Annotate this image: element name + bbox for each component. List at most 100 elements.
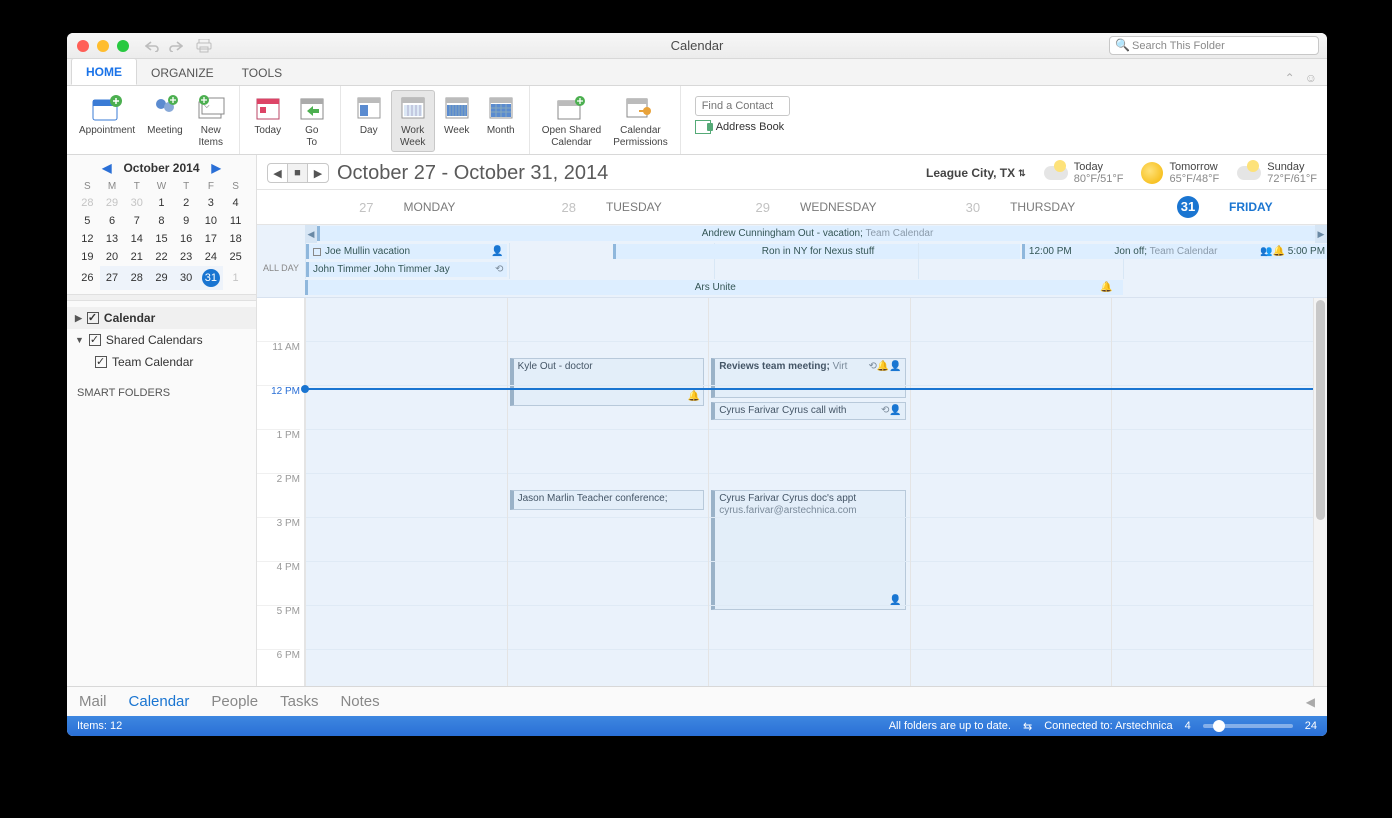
mini-next-month[interactable]: ▶ [206, 161, 227, 175]
col-monday[interactable] [305, 298, 507, 686]
checkbox-icon[interactable] [87, 312, 99, 324]
col-thursday[interactable] [910, 298, 1112, 686]
event-joe-mullin-vacation[interactable]: Joe Mullin vacation👤 [306, 244, 507, 259]
mini-day-cell[interactable]: 4 [223, 194, 248, 212]
shared-calendars-section[interactable]: ▼Shared Calendars [67, 329, 256, 351]
mini-day-cell[interactable]: 12 [75, 230, 100, 248]
mini-day-cell[interactable]: 27 [100, 266, 125, 290]
col-tuesday[interactable]: Kyle Out - doctor🔔 Jason Marlin Teacher … [507, 298, 709, 686]
mini-day-cell[interactable]: 16 [174, 230, 199, 248]
mini-day-cell[interactable]: 28 [124, 266, 149, 290]
mini-day-cell[interactable]: 24 [199, 248, 224, 266]
mini-day-cell[interactable]: 30 [174, 266, 199, 290]
close-window-button[interactable] [77, 40, 89, 52]
mini-day-cell[interactable]: 1 [149, 194, 174, 212]
scrollbar-thumb[interactable] [1316, 300, 1325, 520]
mini-day-cell[interactable]: 20 [100, 248, 125, 266]
nav-people[interactable]: People [211, 693, 258, 710]
dayhead-friday[interactable]: 31FRIDAY [1123, 190, 1327, 224]
dayhead-thursday[interactable]: 30THURSDAY [918, 190, 1122, 224]
vertical-scrollbar[interactable] [1313, 298, 1327, 686]
checkbox-icon[interactable] [95, 356, 107, 368]
zoom-window-button[interactable] [117, 40, 129, 52]
mini-day-cell[interactable]: 17 [199, 230, 224, 248]
event-john-timmer[interactable]: John Timmer John Timmer Jay⟲ [306, 262, 507, 277]
dayhead-monday[interactable]: 27MONDAY [305, 190, 509, 224]
mini-prev-month[interactable]: ◀ [96, 161, 117, 175]
allday-scroll-left[interactable]: ◀ [305, 225, 317, 243]
zoom-slider[interactable] [1203, 724, 1293, 728]
event-andrew-vacation[interactable]: Andrew Cunningham Out - vacation; Team C… [317, 226, 1315, 241]
month-view-button[interactable]: Month [479, 90, 523, 152]
mini-day-cell[interactable]: 18 [223, 230, 248, 248]
mini-day-cell[interactable]: 22 [149, 248, 174, 266]
today-segment-button[interactable]: ■ [288, 164, 308, 182]
col-friday[interactable] [1111, 298, 1313, 686]
expand-panel-icon[interactable]: ◀ [1306, 695, 1315, 709]
weather-location[interactable]: League City, TX⇅ [926, 166, 1026, 180]
find-contact-input[interactable] [695, 96, 790, 116]
day-columns[interactable]: Kyle Out - doctor🔔 Jason Marlin Teacher … [305, 298, 1313, 686]
meeting-button[interactable]: Meeting [141, 90, 189, 152]
nav-tasks[interactable]: Tasks [280, 693, 318, 710]
mini-day-cell[interactable]: 5 [75, 212, 100, 230]
mini-day-cell[interactable]: 7 [124, 212, 149, 230]
minimize-window-button[interactable] [97, 40, 109, 52]
mini-day-cell[interactable]: 23 [174, 248, 199, 266]
mini-day-cell[interactable]: 1 [223, 266, 248, 290]
next-week-button[interactable]: ▶ [308, 164, 328, 182]
go-to-button[interactable]: Go To [290, 90, 334, 152]
day-view-button[interactable]: Day [347, 90, 391, 152]
prev-week-button[interactable]: ◀ [268, 164, 288, 182]
work-week-view-button[interactable]: Work Week [391, 90, 435, 152]
zoom-slider-thumb[interactable] [1213, 720, 1225, 732]
mini-day-cell[interactable]: 21 [124, 248, 149, 266]
mini-day-cell[interactable]: 6 [100, 212, 125, 230]
checkbox-icon[interactable] [89, 334, 101, 346]
mini-day-cell[interactable]: 29 [149, 266, 174, 290]
mini-day-cell[interactable]: 9 [174, 212, 199, 230]
mini-day-cell[interactable]: 8 [149, 212, 174, 230]
dayhead-wednesday[interactable]: 29WEDNESDAY [714, 190, 918, 224]
dayhead-tuesday[interactable]: 28TUESDAY [509, 190, 713, 224]
col-wednesday[interactable]: Reviews team meeting; Virt⟲🔔👤 Cyrus Fari… [708, 298, 910, 686]
new-items-button[interactable]: New Items [189, 90, 233, 152]
mini-day-cell[interactable]: 31 [199, 266, 224, 290]
search-folder-input[interactable] [1109, 36, 1319, 55]
mini-day-cell[interactable]: 10 [199, 212, 224, 230]
mini-day-cell[interactable]: 19 [75, 248, 100, 266]
redo-icon[interactable] [167, 37, 185, 55]
mini-day-cell[interactable]: 30 [124, 194, 149, 212]
tab-organize[interactable]: ORGANIZE [137, 60, 228, 85]
mini-day-cell[interactable]: 26 [75, 266, 100, 290]
mini-day-cell[interactable]: 13 [100, 230, 125, 248]
print-icon[interactable] [195, 37, 213, 55]
mini-day-cell[interactable]: 28 [75, 194, 100, 212]
calendar-permissions-button[interactable]: Calendar Permissions [607, 90, 673, 152]
address-book-button[interactable]: Address Book [695, 120, 790, 134]
nav-notes[interactable]: Notes [340, 693, 379, 710]
event-ars-unite[interactable]: Ars Unite [305, 280, 1123, 295]
mini-day-cell[interactable]: 11 [223, 212, 248, 230]
undo-icon[interactable] [143, 37, 161, 55]
allday-scroll-right[interactable]: ▶ [1315, 225, 1327, 243]
collapse-ribbon-icon[interactable]: ⌃ [1285, 71, 1295, 85]
mini-day-cell[interactable]: 15 [149, 230, 174, 248]
week-view-button[interactable]: Week [435, 90, 479, 152]
mini-day-cell[interactable]: 2 [174, 194, 199, 212]
event-jon-off[interactable]: 12:00 PMJon off; Team Calendar👥🔔 5:00 PM [1022, 244, 1327, 259]
tab-tools[interactable]: TOOLS [228, 60, 296, 85]
mini-day-cell[interactable]: 3 [199, 194, 224, 212]
open-shared-calendar-button[interactable]: Open Shared Calendar [536, 90, 608, 152]
mini-day-cell[interactable]: 25 [223, 248, 248, 266]
calendar-section[interactable]: ▶Calendar [67, 307, 256, 329]
mini-day-cell[interactable]: 29 [100, 194, 125, 212]
help-smiley-icon[interactable]: ☺ [1305, 71, 1317, 85]
team-calendar-item[interactable]: Team Calendar [67, 351, 256, 373]
tab-home[interactable]: HOME [71, 58, 137, 85]
appointment-button[interactable]: Appointment [73, 90, 141, 152]
mini-day-cell[interactable]: 14 [124, 230, 149, 248]
nav-mail[interactable]: Mail [79, 693, 107, 710]
today-button[interactable]: Today [246, 90, 290, 152]
nav-calendar[interactable]: Calendar [129, 693, 190, 710]
